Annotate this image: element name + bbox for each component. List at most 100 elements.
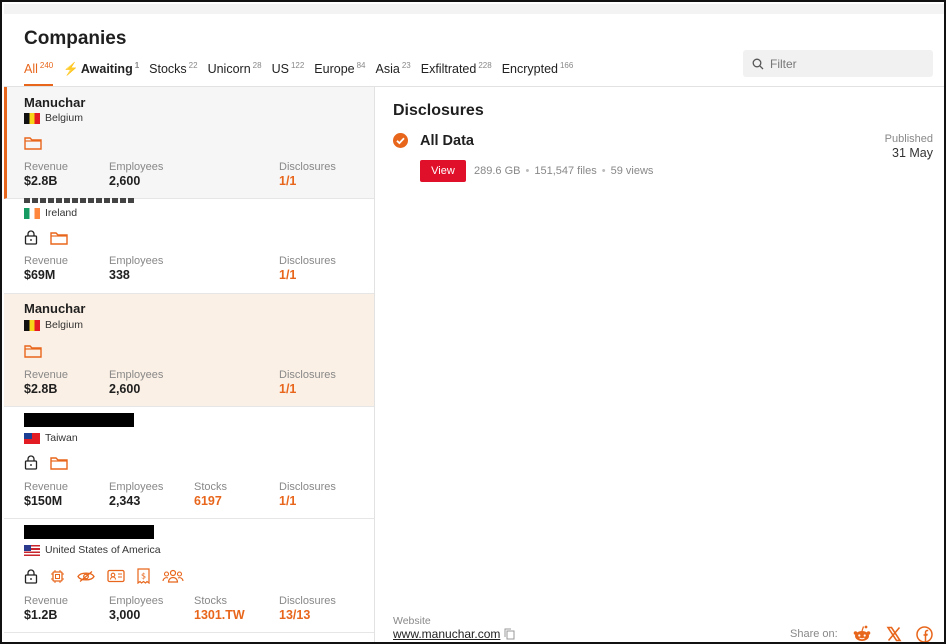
folder-icon[interactable] bbox=[24, 136, 42, 150]
disclosures-stat: Disclosures 13/13 bbox=[279, 595, 336, 622]
company-country: Ireland bbox=[24, 207, 77, 219]
tab-encrypted[interactable]: Encrypted 166 bbox=[502, 59, 574, 86]
lock-icon[interactable] bbox=[24, 455, 38, 470]
stat-label: Disclosures bbox=[279, 369, 336, 381]
disclosures-stat: Disclosures 1/1 bbox=[279, 369, 336, 396]
views-value: 59 views bbox=[610, 165, 654, 177]
id-card-icon[interactable] bbox=[107, 569, 125, 583]
stat-value[interactable]: 13/13 bbox=[279, 608, 336, 622]
taiwan-flag-icon bbox=[24, 432, 40, 444]
company-icons: $ bbox=[24, 568, 196, 584]
employees-stat: Employees 2,343 bbox=[109, 481, 163, 508]
country-label: Belgium bbox=[45, 319, 83, 331]
website-link[interactable]: www.manuchar.com bbox=[393, 627, 500, 641]
company-icons bbox=[24, 455, 80, 470]
stat-value[interactable]: 1/1 bbox=[279, 174, 336, 188]
country-label: United States of America bbox=[45, 544, 161, 556]
filter-input[interactable] bbox=[770, 56, 920, 71]
chip-icon[interactable] bbox=[50, 569, 65, 584]
revenue-stat: Revenue $1.2B bbox=[24, 595, 68, 622]
stocks-stat: Stocks 6197 bbox=[194, 481, 227, 508]
lock-icon[interactable] bbox=[24, 568, 38, 584]
stat-value: $150M bbox=[24, 494, 63, 508]
published-date: 31 May bbox=[892, 146, 933, 160]
lightning-icon: ⚡ bbox=[63, 62, 79, 76]
stat-label: Disclosures bbox=[279, 255, 336, 267]
tab-count: 1 bbox=[134, 61, 140, 70]
svg-text:$: $ bbox=[141, 572, 146, 581]
revenue-stat: Revenue $2.8B bbox=[24, 161, 68, 188]
tab-count: 166 bbox=[559, 61, 574, 70]
tab-label: Encrypted bbox=[501, 62, 558, 76]
folder-icon[interactable] bbox=[24, 344, 42, 358]
company-card[interactable]: United States of America $ Revenue $1.2B … bbox=[4, 519, 374, 633]
folder-icon[interactable] bbox=[50, 456, 68, 470]
stat-value[interactable]: 1/1 bbox=[279, 494, 336, 508]
country-label: Belgium bbox=[45, 112, 83, 124]
app-window: Companies All 240 ⚡ Awaiting 1 Stocks 22 Uni… bbox=[0, 0, 946, 644]
company-name-clipped bbox=[24, 193, 134, 203]
files-value: 151,547 files bbox=[534, 165, 597, 177]
tab-label: Asia bbox=[375, 62, 400, 76]
filter-box bbox=[743, 50, 933, 77]
stat-label: Employees bbox=[109, 481, 164, 493]
redacted-company-name bbox=[24, 413, 134, 427]
revenue-stat: Revenue $150M bbox=[24, 481, 68, 508]
tab-all[interactable]: All 240 bbox=[24, 59, 54, 86]
folder-icon[interactable] bbox=[50, 231, 68, 245]
usa-flag-icon bbox=[24, 544, 40, 556]
company-card[interactable]: Ireland Revenue $69M Employees 338 Disclos… bbox=[4, 198, 374, 294]
check-circle-icon bbox=[393, 133, 408, 148]
company-country: United States of America bbox=[24, 544, 161, 556]
tab-count: 22 bbox=[188, 61, 198, 70]
section-title: Disclosures bbox=[393, 102, 484, 119]
view-button[interactable]: View bbox=[420, 160, 466, 182]
tab-count: 122 bbox=[290, 61, 305, 70]
disclosures-stat: Disclosures 1/1 bbox=[279, 481, 336, 508]
disclosure-title: All Data bbox=[420, 133, 474, 149]
stat-value[interactable]: 1/1 bbox=[279, 268, 336, 282]
x-twitter-icon[interactable] bbox=[886, 626, 902, 642]
tab-stocks[interactable]: Stocks 22 bbox=[149, 59, 197, 86]
clipped-text-fragment bbox=[24, 198, 134, 203]
country-label: Ireland bbox=[45, 207, 78, 219]
tab-count: 23 bbox=[401, 61, 411, 70]
stat-value: $2.8B bbox=[24, 382, 58, 396]
separator-dot: • bbox=[601, 165, 606, 177]
reddit-icon[interactable] bbox=[852, 625, 872, 643]
tab-exfiltrated[interactable]: Exfiltrated 228 bbox=[421, 59, 492, 86]
facebook-icon[interactable] bbox=[915, 625, 933, 643]
tab-unicorn[interactable]: Unicorn 28 bbox=[208, 59, 262, 86]
stat-label: Employees bbox=[109, 255, 164, 267]
tab-label: Awaiting bbox=[80, 62, 133, 76]
tab-label: Unicorn bbox=[207, 62, 251, 76]
stat-value[interactable]: 1/1 bbox=[279, 382, 336, 396]
company-card[interactable]: Manuchar Belgium Revenue $2.8B Employees 2… bbox=[4, 87, 374, 199]
company-icons bbox=[24, 344, 54, 358]
tab-asia[interactable]: Asia 23 bbox=[376, 59, 411, 86]
stat-value[interactable]: 6197 bbox=[194, 494, 227, 508]
country-label: Taiwan bbox=[45, 432, 78, 444]
company-card[interactable]: Manuchar Belgium Revenue $2.8B Employees 2… bbox=[4, 294, 374, 407]
stat-value: $2.8B bbox=[24, 174, 58, 188]
tab-us[interactable]: US 122 bbox=[272, 59, 305, 86]
stat-value: 2,343 bbox=[109, 494, 141, 508]
stat-label: Employees bbox=[109, 369, 164, 381]
lock-icon[interactable] bbox=[24, 230, 38, 245]
tab-count: 84 bbox=[356, 61, 366, 70]
stat-label: Stocks bbox=[194, 595, 228, 607]
company-country: Belgium bbox=[24, 319, 83, 331]
page-title: Companies bbox=[24, 28, 127, 49]
eye-icon[interactable] bbox=[77, 570, 95, 583]
tab-europe[interactable]: Europe 84 bbox=[314, 59, 365, 86]
employees-stat: Employees 338 bbox=[109, 255, 163, 282]
top-strip bbox=[4, 4, 944, 14]
tab-awaiting[interactable]: ⚡ Awaiting 1 bbox=[63, 59, 139, 86]
stat-value[interactable]: 1301.TW bbox=[194, 608, 245, 622]
people-icon[interactable] bbox=[162, 569, 184, 583]
copy-icon[interactable] bbox=[504, 628, 515, 640]
stat-label: Revenue bbox=[24, 255, 69, 267]
invoice-icon[interactable]: $ bbox=[137, 568, 150, 584]
stat-value: 2,600 bbox=[109, 174, 141, 188]
company-card[interactable]: Taiwan Revenue $150M Employees 2,343 Stock… bbox=[4, 407, 374, 519]
